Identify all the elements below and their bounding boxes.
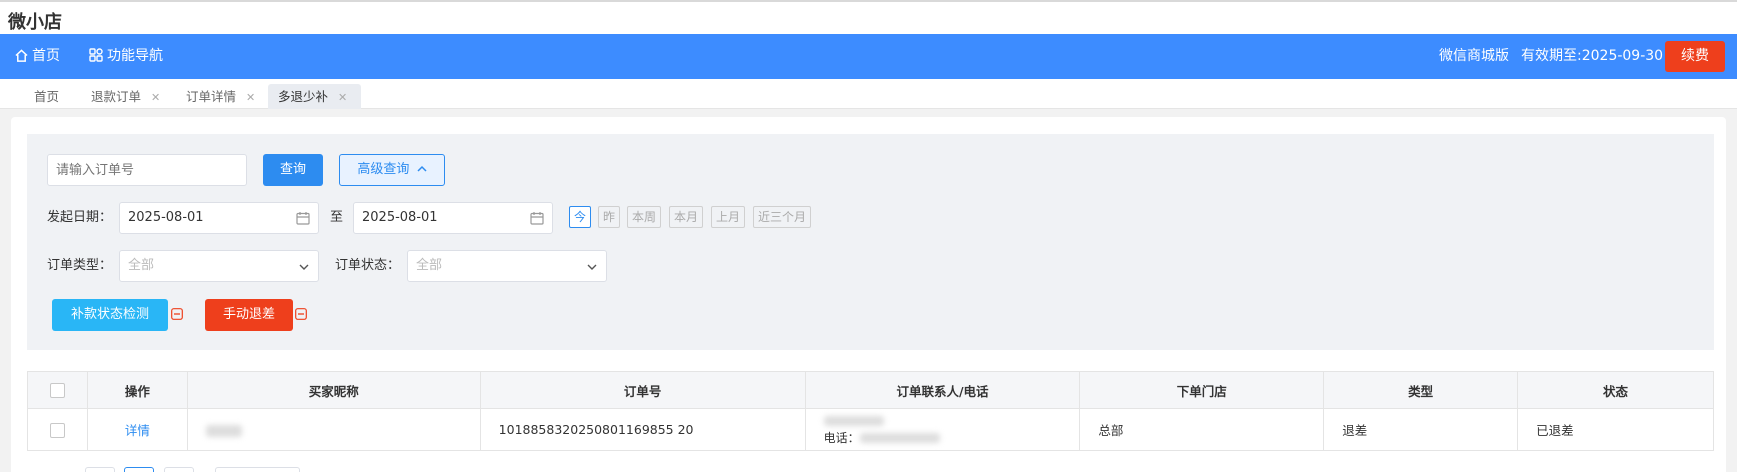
manual-refund-diff-button[interactable]: 手动退差 <box>205 299 293 331</box>
row-select-cell <box>27 408 88 451</box>
column-header: 订单联系人/电话 <box>804 371 1081 409</box>
page-tabs: 首页 退款订单 ✕ 订单详情 ✕ 多退少补 ✕ <box>0 79 1737 109</box>
pager-size-select[interactable] <box>215 467 300 472</box>
pager-next-button[interactable] <box>164 467 194 472</box>
date-range-separator: 至 <box>330 210 344 225</box>
table-header-row: 操作 买家昵称 订单号 订单联系人/电话 下单门店 类型 状态 <box>27 371 1714 409</box>
nav-function-label: 功能导航 <box>107 48 163 64</box>
quick-range-this-month[interactable]: 本月 <box>669 206 704 228</box>
column-header: 类型 <box>1323 371 1519 409</box>
column-header: 订单号 <box>479 371 806 409</box>
nav-function-navigation[interactable]: 功能导航 <box>89 34 163 79</box>
pager-page-button[interactable] <box>124 467 154 472</box>
column-header: 下单门店 <box>1079 371 1325 409</box>
order-type-select[interactable]: 全部 <box>119 250 319 282</box>
top-nav-bar: 首页 功能导航 微信商城版 有效期至:2025-09-30 续费 <box>0 34 1737 79</box>
quick-range-today[interactable]: 今 <box>569 206 592 228</box>
row-checkbox[interactable] <box>49 422 65 438</box>
order-number-input[interactable] <box>47 154 247 186</box>
pager-prev-button[interactable] <box>85 467 115 472</box>
order-status-value: 全部 <box>416 258 443 273</box>
redacted-phone <box>859 433 940 443</box>
collapse-icon[interactable] <box>171 308 183 320</box>
advanced-query-button[interactable]: 高级查询 <box>339 154 445 186</box>
nav-home-label: 首页 <box>32 48 60 64</box>
phone-label: 电话： <box>823 430 860 445</box>
edition-label: 微信商城版 <box>1439 48 1509 64</box>
store-cell: 总部 <box>1079 408 1325 451</box>
tab-label: 首页 <box>34 89 60 104</box>
quick-range-last-month[interactable]: 上月 <box>711 206 746 228</box>
advanced-query-label: 高级查询 <box>357 162 410 177</box>
renew-button[interactable]: 续费 <box>1665 41 1725 72</box>
tab-label: 多退少补 <box>278 89 329 104</box>
order-type-label: 订单类型： <box>47 258 113 273</box>
date-to-value: 2025-08-01 <box>362 210 438 225</box>
tab-refund-supplement[interactable]: 多退少补 ✕ <box>268 84 361 109</box>
date-from-field[interactable]: 2025-08-01 <box>119 202 319 234</box>
tab-order-details[interactable]: 订单详情 ✕ <box>176 84 265 109</box>
date-from-value: 2025-08-01 <box>128 210 204 225</box>
chevron-down-icon <box>587 264 597 270</box>
close-icon[interactable]: ✕ <box>246 91 255 104</box>
quick-range-yesterday[interactable]: 昨 <box>598 206 621 228</box>
tab-label: 订单详情 <box>186 89 237 104</box>
detail-link[interactable]: 详情 <box>125 423 150 438</box>
contact-name-line <box>823 413 1080 430</box>
date-to-field[interactable]: 2025-08-01 <box>353 202 553 234</box>
grid-icon <box>89 48 103 62</box>
column-header: 状态 <box>1517 371 1714 409</box>
expiry-label: 有效期至:2025-09-30 <box>1521 48 1664 64</box>
order-type-value: 全部 <box>128 258 155 273</box>
column-header: 买家昵称 <box>186 371 481 409</box>
chevron-up-icon <box>417 165 427 172</box>
close-icon[interactable]: ✕ <box>338 91 347 104</box>
close-icon[interactable]: ✕ <box>151 91 160 104</box>
redacted-nickname <box>205 424 242 437</box>
collapse-icon[interactable] <box>295 308 307 320</box>
quick-range-this-week[interactable]: 本周 <box>627 206 662 228</box>
order-status-label: 订单状态： <box>335 258 401 273</box>
select-all-checkbox[interactable] <box>49 383 65 398</box>
query-button[interactable]: 查询 <box>263 154 323 186</box>
order-status-select[interactable]: 全部 <box>407 250 607 282</box>
action-cell: 详情 <box>86 408 188 451</box>
start-date-label: 发起日期： <box>47 210 113 225</box>
app-title: 微小店 <box>0 0 1737 34</box>
status-cell: 已退差 <box>1517 408 1714 451</box>
contact-cell: 电话： <box>804 408 1081 451</box>
payment-status-check-button[interactable]: 补款状态检测 <box>52 299 168 331</box>
type-cell: 退差 <box>1323 408 1519 451</box>
column-header: 操作 <box>86 371 188 409</box>
home-icon <box>15 49 28 62</box>
buyer-nickname-cell <box>186 408 481 451</box>
calendar-icon <box>530 212 544 225</box>
order-number-cell: 1018858320250801169855 20 <box>479 408 806 451</box>
select-all-cell <box>27 371 88 409</box>
table-row: 详情 1018858320250801169855 20 电话： 总部 退差 已… <box>27 408 1714 451</box>
nav-home[interactable]: 首页 <box>15 34 60 79</box>
tab-label: 退款订单 <box>91 89 142 104</box>
contact-phone-line: 电话： <box>824 430 1080 447</box>
redacted-contact-name <box>823 416 884 426</box>
chevron-down-icon <box>299 264 309 270</box>
tab-refund-orders[interactable]: 退款订单 ✕ <box>81 84 170 109</box>
calendar-icon <box>296 212 310 225</box>
quick-range-last-three-months[interactable]: 近三个月 <box>753 206 812 228</box>
orders-table: 操作 买家昵称 订单号 订单联系人/电话 下单门店 类型 状态 详情 10188… <box>27 371 1714 451</box>
tab-home[interactable]: 首页 <box>24 84 69 109</box>
